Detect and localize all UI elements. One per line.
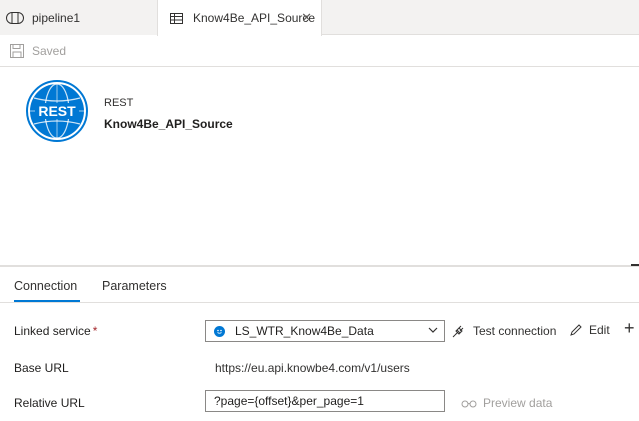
chevron-down-icon bbox=[428, 327, 438, 333]
tab-pipeline1[interactable]: pipeline1 bbox=[0, 0, 157, 35]
active-tab-indicator bbox=[14, 300, 80, 302]
tab-bar: pipeline1 Know4Be_API_Source ✕ bbox=[0, 0, 639, 36]
pencil-icon bbox=[570, 324, 582, 336]
save-icon bbox=[10, 44, 24, 58]
tab-label: pipeline1 bbox=[32, 10, 81, 25]
edit-button[interactable]: Edit bbox=[569, 323, 610, 337]
linked-service-select[interactable]: LS_WTR_Know4Be_Data bbox=[205, 320, 445, 342]
dataset-table-icon bbox=[167, 11, 185, 25]
glasses-icon bbox=[461, 400, 477, 408]
tab-parameters[interactable]: Parameters bbox=[102, 279, 167, 293]
relative-url-label: Relative URL bbox=[14, 396, 85, 410]
linked-service-icon bbox=[214, 325, 225, 337]
plug-icon bbox=[452, 325, 464, 338]
required-marker: * bbox=[92, 324, 98, 338]
preview-data-button[interactable]: Preview data bbox=[461, 396, 552, 410]
dataset-type: REST bbox=[104, 97, 134, 109]
base-url-value: https://eu.api.knowbe4.com/v1/users bbox=[215, 361, 410, 375]
tab-label: Know4Be_API_Source bbox=[193, 11, 316, 25]
rest-logo-text: REST bbox=[38, 103, 76, 119]
tab-connection[interactable]: Connection bbox=[14, 279, 77, 293]
rest-logo: REST bbox=[26, 80, 88, 142]
toolbar: Saved bbox=[0, 36, 639, 67]
pipeline-icon bbox=[6, 11, 24, 25]
splitter-handle[interactable] bbox=[631, 264, 639, 266]
test-connection-button[interactable]: Test connection bbox=[452, 323, 556, 338]
relative-url-input[interactable] bbox=[205, 390, 445, 412]
linked-service-value: LS_WTR_Know4Be_Data bbox=[235, 324, 374, 338]
close-icon[interactable]: ✕ bbox=[301, 10, 312, 26]
properties-tabs: Connection Parameters bbox=[0, 268, 639, 303]
panel-splitter[interactable] bbox=[0, 265, 639, 267]
dataset-name: Know4Be_API_Source bbox=[104, 117, 233, 131]
saved-status: Saved bbox=[32, 44, 67, 58]
base-url-label: Base URL bbox=[14, 361, 69, 375]
tab-know4be-api-source[interactable]: Know4Be_API_Source ✕ bbox=[157, 0, 322, 36]
new-linked-service-button[interactable]: + bbox=[624, 318, 635, 339]
linked-service-label: Linked service * bbox=[14, 324, 98, 338]
